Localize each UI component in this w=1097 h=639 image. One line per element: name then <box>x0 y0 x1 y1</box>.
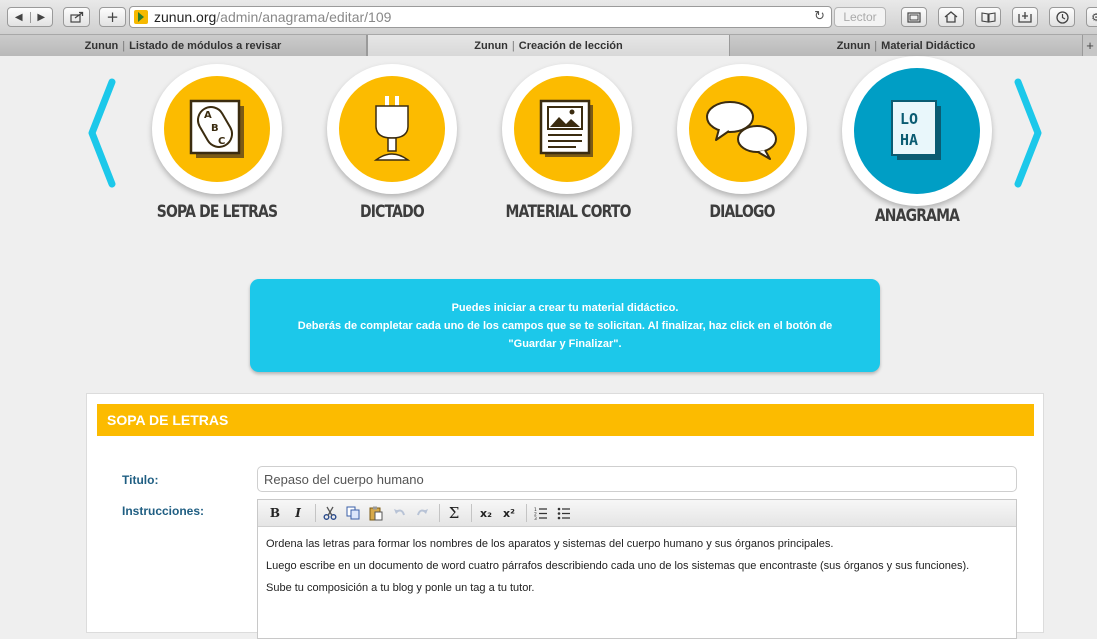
reader-button[interactable]: Lector <box>834 7 886 27</box>
back-forward-buttons[interactable]: ◀ ▶ <box>7 7 53 27</box>
redo-icon <box>416 509 428 516</box>
unordered-list-icon <box>557 507 570 520</box>
info-message: Puedes iniciar a crear tu material didác… <box>250 279 880 372</box>
carousel-next-arrow-icon[interactable] <box>1012 76 1046 191</box>
toolbar-divider <box>439 504 440 522</box>
form-panel: SOPA DE LETRAS Titulo: Instrucciones: B … <box>86 393 1044 639</box>
module-dictado[interactable]: DICTADO <box>317 64 467 222</box>
letter-a: A <box>204 110 212 121</box>
home-button[interactable] <box>938 7 964 27</box>
home-icon <box>944 11 958 23</box>
bold-button[interactable]: B <box>265 503 285 523</box>
module-label: MATERIAL CORTO <box>505 202 632 222</box>
module-label: SOPA DE LETRAS <box>156 202 278 222</box>
tab-bar: Zunun | Listado de módulos a revisar Zunun… <box>0 35 1097 56</box>
module-label: DIALOGO <box>709 202 775 222</box>
clock-icon <box>1055 10 1069 24</box>
reload-icon[interactable]: ↻ <box>814 9 825 24</box>
scissors-icon <box>323 506 337 520</box>
tab-creacion[interactable]: Zunun | Creación de lección <box>367 35 730 56</box>
tab-site: Zunun <box>836 39 871 52</box>
module-label: DICTADO <box>360 202 425 222</box>
clipboard-icon <box>369 506 383 520</box>
speech-bubbles-icon <box>706 101 777 160</box>
undo-icon <box>393 509 405 516</box>
cut-button[interactable] <box>320 503 340 523</box>
editor-content[interactable]: Ordena las letras para formar los nombre… <box>258 527 1016 605</box>
microphone-icon <box>373 96 411 161</box>
info-line-1: Puedes iniciar a crear tu material didác… <box>451 301 679 314</box>
tab-material[interactable]: Zunun | Material Didáctico <box>730 35 1083 56</box>
carousel-prev-arrow-icon[interactable] <box>84 76 118 191</box>
top-sites-button[interactable] <box>901 7 927 27</box>
copy-button[interactable] <box>343 503 363 523</box>
site-favicon-icon <box>134 10 148 24</box>
address-bar[interactable]: zunun.org/admin/anagrama/editar/109 ↻ <box>129 6 832 28</box>
copy-icon <box>346 506 360 520</box>
section-title: SOPA DE LETRAS <box>97 404 1034 436</box>
redo-button[interactable] <box>412 503 432 523</box>
tab-listado[interactable]: Zunun | Listado de módulos a revisar <box>0 35 367 56</box>
italic-button[interactable]: I <box>288 503 308 523</box>
book-icon <box>980 11 996 23</box>
letter-b: B <box>211 123 219 134</box>
instructions-line: Sube tu composición a tu blog y ponle un… <box>266 582 535 594</box>
toolbar-divider <box>471 504 472 522</box>
svg-text:3: 3 <box>534 516 537 520</box>
picture-document-icon <box>539 99 593 157</box>
grid-icon <box>907 11 921 23</box>
forward-icon[interactable]: ▶ <box>29 11 53 23</box>
history-button[interactable] <box>1049 7 1075 27</box>
paste-button[interactable] <box>366 503 386 523</box>
sigma-button[interactable]: Σ <box>444 503 464 523</box>
tab-title: Creación de lección <box>518 39 623 52</box>
new-tab-button[interactable]: + <box>1083 35 1097 56</box>
instructions-line: Luego escribe en un documento de word cu… <box>266 560 970 572</box>
title-label: Titulo: <box>122 473 159 487</box>
editor-toolbar: B I Σ x₂ x² 123 <box>258 500 1016 527</box>
subscript-button[interactable]: x₂ <box>476 503 496 523</box>
add-to-shelf-icon <box>1018 12 1032 23</box>
browser-toolbar: ◀ ▶ + zunun.org/admin/anagrama/editar/109… <box>0 0 1097 35</box>
bookmarks-button[interactable] <box>975 7 1001 27</box>
info-line-2: Deberás de completar cada uno de los cam… <box>297 319 833 332</box>
back-icon[interactable]: ◀ <box>8 12 30 23</box>
share-icon <box>69 11 83 23</box>
reading-list-button[interactable] <box>1012 7 1038 27</box>
toolbar-divider <box>315 504 316 522</box>
info-line-3: "Guardar y Finalizar". <box>508 337 622 350</box>
unordered-list-button[interactable] <box>554 503 574 523</box>
superscript-button[interactable]: x² <box>499 503 519 523</box>
tab-title: Material Didáctico <box>881 39 976 52</box>
title-input[interactable] <box>257 466 1017 492</box>
share-button[interactable] <box>63 7 90 27</box>
tab-title: Listado de módulos a revisar <box>129 39 282 52</box>
instructions-label: Instrucciones: <box>122 504 205 518</box>
url-host: zunun.org <box>154 9 217 25</box>
anagram-letters-top: LO <box>900 110 918 128</box>
instructions-editor[interactable]: B I Σ x₂ x² 123 Ordena las letras para f… <box>257 499 1017 639</box>
module-sopa-de-letras[interactable]: A B C SOPA DE LETRAS <box>142 64 292 222</box>
tab-site: Zunun <box>84 39 119 52</box>
module-label: ANAGRAMA <box>874 206 960 226</box>
letter-c: C <box>218 136 225 147</box>
letter-cards-icon: LO HA <box>891 100 941 160</box>
add-bookmark-button[interactable]: + <box>99 7 126 27</box>
ordered-list-button[interactable]: 123 <box>531 503 551 523</box>
instructions-line: Ordena las letras para formar los nombre… <box>266 538 834 550</box>
gear-icon: ⚙ <box>1091 10 1097 24</box>
tab-site: Zunun <box>474 39 508 52</box>
url-path: /admin/anagrama/editar/109 <box>216 9 392 25</box>
module-dialogo[interactable]: DIALOGO <box>667 64 817 222</box>
ordered-list-icon: 123 <box>534 507 547 520</box>
settings-button[interactable]: ⚙ <box>1086 7 1097 27</box>
module-material-corto[interactable]: MATERIAL CORTO <box>492 64 642 222</box>
undo-button[interactable] <box>389 503 409 523</box>
abc-letters-icon: A B C <box>189 99 244 158</box>
toolbar-divider <box>526 504 527 522</box>
module-anagrama[interactable]: LO HA ANAGRAMA <box>842 56 992 226</box>
anagram-letters-bottom: HA <box>900 131 918 149</box>
